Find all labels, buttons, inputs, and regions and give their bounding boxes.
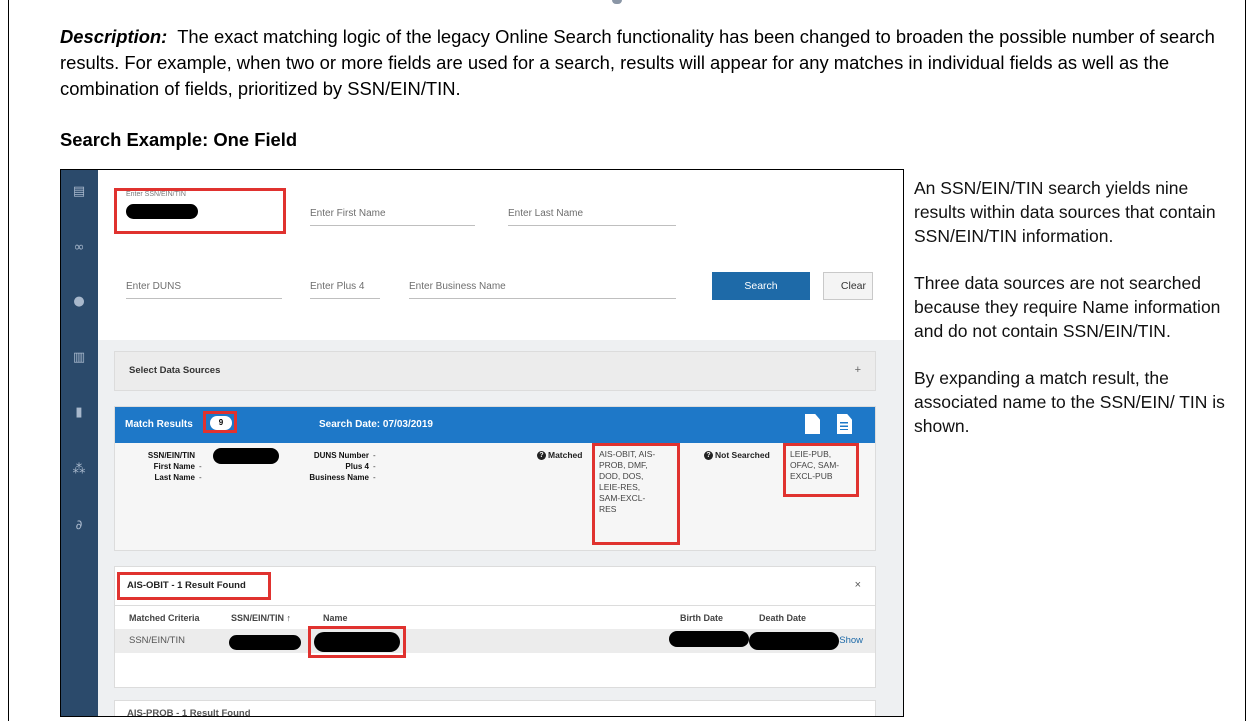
not-searched-source-line: EXCL-PUB bbox=[790, 471, 833, 481]
ais-prob-header: AIS-PROB - 1 Result Found bbox=[127, 708, 251, 717]
side-paragraph-1: An SSN/EIN/TIN search yields nine result… bbox=[914, 178, 1216, 246]
matched-source-line: PROB, DMF, bbox=[599, 460, 648, 470]
matched-sources-list: AIS-OBIT, AIS- PROB, DMF, DOD, DOS, LEIE… bbox=[599, 449, 655, 515]
matched-source-line: LEIE-RES, bbox=[599, 482, 641, 492]
embedded-app-screenshot: ▤ ∞ ● ▥ ▮ ⁂ ∂ Enter SSN/EIN/TIN Enter Fi… bbox=[60, 169, 904, 717]
match-results-title: Match Results bbox=[125, 419, 193, 430]
ais-obit-header: AIS-OBIT - 1 Result Found bbox=[127, 580, 246, 591]
matched-source-line: RES bbox=[599, 504, 617, 514]
col-death-date[interactable]: Death Date bbox=[759, 613, 806, 623]
show-link[interactable]: Show bbox=[839, 635, 863, 646]
col-name[interactable]: Name bbox=[323, 613, 348, 623]
redacted-birth-date bbox=[669, 631, 749, 647]
match-results-panel: Match Results 9 Search Date: 07/03/2019 … bbox=[114, 406, 876, 551]
match-count-highlight bbox=[203, 411, 237, 433]
first-name-key: First Name bbox=[153, 462, 195, 471]
redacted-death-date bbox=[749, 632, 839, 650]
matched-source-line: SAM-EXCL- bbox=[599, 493, 646, 503]
not-searched-sources-list: LEIE-PUB, OFAC, SAM- EXCL-PUB bbox=[790, 449, 839, 482]
search-date: Search Date: 07/03/2019 bbox=[319, 419, 433, 430]
chart-icon[interactable]: ▥ bbox=[71, 350, 87, 366]
business-key: Business Name bbox=[309, 473, 369, 482]
first-name-input[interactable]: Enter First Name bbox=[310, 208, 475, 226]
result-left-fields: SSN/EIN/TIN First Name - Last Name - bbox=[135, 450, 202, 483]
description-text: The exact matching logic of the legacy O… bbox=[60, 26, 1215, 99]
infinity-icon[interactable]: ∞ bbox=[71, 240, 87, 256]
clipboard-icon[interactable]: ▮ bbox=[71, 405, 87, 421]
search-example-heading: Search Example: One Field bbox=[60, 129, 298, 150]
sitemap-icon[interactable]: ⁂ bbox=[71, 462, 87, 478]
divider bbox=[115, 605, 875, 606]
data-sources-label: Select Data Sources bbox=[129, 365, 221, 376]
duns-key: DUNS Number bbox=[313, 451, 369, 460]
last-name-key: Last Name bbox=[154, 473, 195, 482]
business-name-input[interactable]: Enter Business Name bbox=[409, 281, 676, 299]
not-searched-label: ? Not Searched bbox=[704, 450, 770, 461]
cell-matched-criteria: SSN/EIN/TIN bbox=[129, 635, 185, 646]
col-matched-criteria[interactable]: Matched Criteria bbox=[129, 613, 200, 623]
dollar-icon[interactable]: ● bbox=[71, 294, 87, 310]
search-button[interactable]: Search bbox=[712, 272, 810, 300]
duns-value: - bbox=[373, 451, 376, 460]
ais-obit-result-panel: AIS-OBIT - 1 Result Found × Matched Crit… bbox=[114, 566, 876, 688]
document-icon[interactable]: ▤ bbox=[71, 184, 87, 200]
export-list-icon[interactable] bbox=[837, 414, 852, 434]
duns-input[interactable]: Enter DUNS bbox=[126, 281, 282, 299]
redacted-ssn-value[interactable] bbox=[126, 204, 198, 219]
search-form: Enter SSN/EIN/TIN Enter First Name Enter… bbox=[98, 170, 903, 340]
redacted-name-cell bbox=[314, 632, 400, 652]
export-document-icon[interactable] bbox=[805, 414, 820, 434]
link-icon[interactable]: ∂ bbox=[71, 518, 87, 534]
matched-source-line: DOD, DOS, bbox=[599, 471, 644, 481]
matched-source-line: AIS-OBIT, AIS- bbox=[599, 449, 656, 459]
description-paragraph: Description: The exact matching logic of… bbox=[60, 24, 1230, 102]
side-paragraph-2: Three data sources are not searched beca… bbox=[914, 273, 1221, 341]
clear-button[interactable]: Clear bbox=[823, 272, 873, 300]
plus4-value: - bbox=[373, 462, 376, 471]
business-value: - bbox=[373, 473, 376, 482]
table-row[interactable]: SSN/EIN/TIN Show bbox=[115, 626, 875, 658]
matched-label: ? Matched bbox=[537, 450, 582, 461]
last-name-value: - bbox=[199, 473, 202, 482]
close-icon[interactable]: × bbox=[855, 579, 861, 591]
ais-prob-result-panel: AIS-PROB - 1 Result Found bbox=[114, 700, 876, 717]
side-paragraph-3: By expanding a match result, the associa… bbox=[914, 368, 1225, 436]
col-birth-date[interactable]: Birth Date bbox=[680, 613, 723, 623]
col-ssn-sort[interactable]: SSN/EIN/TIN ↑ bbox=[231, 613, 291, 623]
ssn-input-label: Enter SSN/EIN/TIN bbox=[126, 191, 186, 198]
not-searched-source-line: LEIE-PUB, bbox=[790, 449, 832, 459]
ssn-key: SSN/EIN/TIN bbox=[147, 451, 195, 460]
redacted-ssn-cell bbox=[229, 635, 301, 650]
plus4-input[interactable]: Enter Plus 4 bbox=[310, 281, 380, 299]
help-icon: ? bbox=[537, 451, 546, 461]
description-label: Description: bbox=[60, 26, 168, 47]
help-icon: ? bbox=[704, 451, 713, 461]
last-name-input[interactable]: Enter Last Name bbox=[508, 208, 676, 226]
side-explanation: An SSN/EIN/TIN search yields nine result… bbox=[914, 176, 1234, 461]
redacted-ssn-result bbox=[213, 448, 279, 464]
expand-plus-icon[interactable]: + bbox=[855, 364, 861, 376]
first-name-value: - bbox=[199, 462, 202, 471]
result-mid-fields: DUNS Number - Plus 4- Business Name - bbox=[287, 450, 376, 483]
select-data-sources-panel[interactable]: Select Data Sources + bbox=[114, 351, 876, 391]
plus4-key: Plus 4 bbox=[345, 462, 369, 471]
app-content: Enter SSN/EIN/TIN Enter First Name Enter… bbox=[98, 170, 903, 716]
not-searched-source-line: OFAC, SAM- bbox=[790, 460, 840, 470]
app-sidebar: ▤ ∞ ● ▥ ▮ ⁂ ∂ bbox=[61, 170, 98, 716]
